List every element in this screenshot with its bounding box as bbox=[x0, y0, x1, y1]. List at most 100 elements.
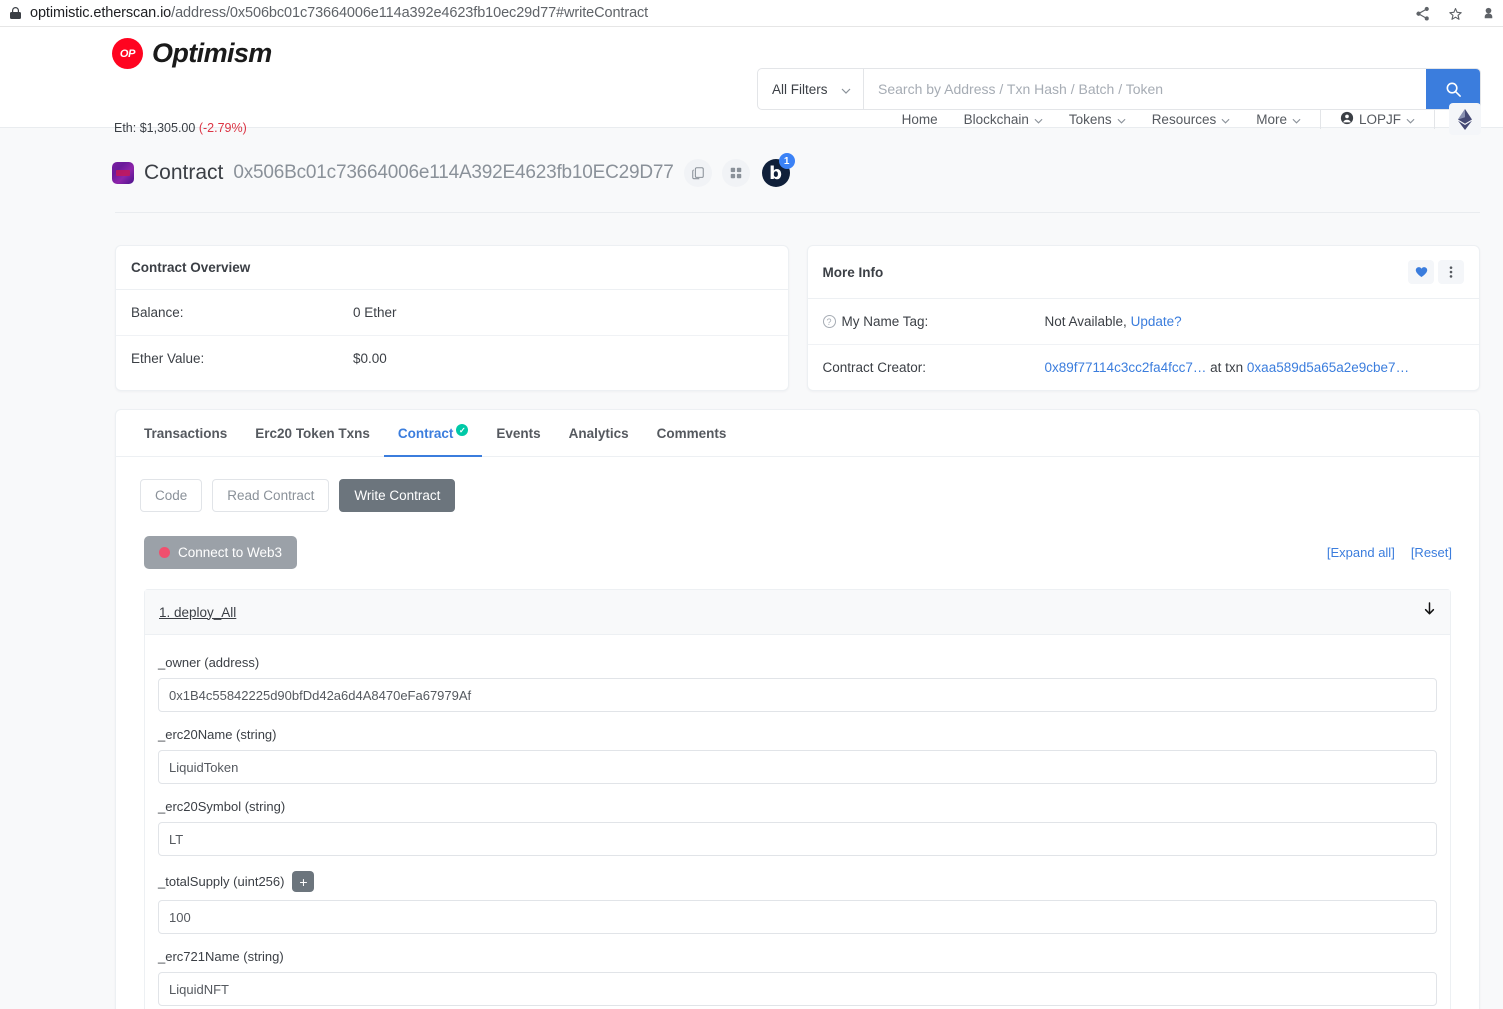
status-dot-icon bbox=[159, 547, 170, 558]
reset-link[interactable]: [Reset] bbox=[1411, 545, 1452, 560]
blockscan-chat-button[interactable]: b 1 bbox=[761, 153, 795, 187]
field-label-text: _erc20Name (string) bbox=[158, 727, 277, 742]
field-erc721name: _erc721Name (string) bbox=[158, 949, 1437, 1006]
nav-label: Resources bbox=[1151, 111, 1217, 127]
question-mark-icon[interactable]: ? bbox=[822, 315, 836, 328]
url-text[interactable]: optimistic.etherscan.io/address/0x506bc0… bbox=[30, 5, 648, 21]
creation-txn-link[interactable]: 0xaa589d5a65a2e9cbe7… bbox=[1247, 360, 1409, 375]
tab-label: Events bbox=[496, 426, 541, 441]
field-erc20name: _erc20Name (string) bbox=[158, 727, 1437, 784]
browser-address-bar: optimistic.etherscan.io/address/0x506bc0… bbox=[0, 0, 1503, 27]
tab-label: Analytics bbox=[568, 426, 629, 441]
more-info-row-name-tag: ? My Name Tag: Not Available, Update? bbox=[808, 299, 1480, 344]
contract-tab-panel: Transactions Erc20 Token Txns Contract ✓… bbox=[115, 409, 1480, 1009]
function-accordion-header[interactable]: 1. deploy_All bbox=[145, 590, 1450, 635]
contract-overview-title: Contract Overview bbox=[116, 246, 788, 290]
subtab-code[interactable]: Code bbox=[140, 479, 203, 512]
multiply-by-1e18-button[interactable]: + bbox=[292, 871, 315, 892]
nav-item-account[interactable]: LOPJF bbox=[1327, 105, 1428, 134]
qr-code-icon[interactable] bbox=[721, 159, 750, 187]
expand-reset-links: [Expand all] [Reset] bbox=[1327, 545, 1452, 560]
field-label-erc20name: _erc20Name (string) bbox=[158, 727, 1437, 742]
tab-transactions[interactable]: Transactions bbox=[130, 410, 241, 457]
tab-erc20-token-txns[interactable]: Erc20 Token Txns bbox=[241, 410, 384, 457]
contract-creator-value: 0x89f77114c3cc2fa4fcc7… at txn 0xaa589d5… bbox=[1045, 360, 1410, 375]
nav-item-more[interactable]: More bbox=[1243, 106, 1314, 133]
nav-label: Home bbox=[901, 111, 938, 127]
name-tag-value: Not Available, Update? bbox=[1045, 314, 1182, 329]
nav-label: Tokens bbox=[1068, 111, 1112, 127]
bookmark-star-icon[interactable] bbox=[1447, 5, 1464, 22]
field-label-text: _owner (address) bbox=[158, 655, 260, 670]
chevron-down-icon bbox=[1117, 112, 1126, 127]
input-erc20name[interactable] bbox=[158, 750, 1437, 784]
field-label-text: _erc721Name (string) bbox=[158, 949, 284, 964]
profile-icon[interactable] bbox=[1480, 5, 1497, 22]
nav-label: LOPJF bbox=[1358, 111, 1401, 127]
nav-divider bbox=[1434, 109, 1435, 129]
brand-name: Optimism bbox=[152, 38, 272, 68]
tab-events[interactable]: Events bbox=[482, 410, 554, 457]
nav-item-home[interactable]: Home bbox=[889, 106, 951, 133]
heart-icon[interactable] bbox=[1408, 260, 1434, 284]
tab-bar: Transactions Erc20 Token Txns Contract ✓… bbox=[116, 410, 1479, 457]
tab-analytics[interactable]: Analytics bbox=[555, 410, 643, 457]
more-info-card: More Info ? My Name Tag: Not Available, bbox=[806, 245, 1480, 391]
tab-contract[interactable]: Contract ✓ bbox=[383, 410, 483, 457]
ethereum-icon[interactable] bbox=[1449, 103, 1481, 135]
more-vertical-icon[interactable] bbox=[1438, 260, 1464, 284]
url-domain: optimistic.etherscan.io bbox=[30, 5, 172, 21]
subtab-read-contract[interactable]: Read Contract bbox=[212, 479, 330, 512]
url-path: /address/0x506bc01c73664006e114a392e4623… bbox=[171, 5, 649, 21]
chevron-down-icon bbox=[1406, 112, 1415, 127]
tab-label: Transactions bbox=[144, 426, 228, 441]
ether-value-label: Ether Value: bbox=[131, 351, 205, 366]
field-label-erc20symbol: _erc20Symbol (string) bbox=[158, 799, 1437, 814]
all-filters-dropdown[interactable]: All Filters bbox=[758, 69, 864, 109]
page-body: Contract 0x506Bc01c73664006e114A392E4623… bbox=[0, 128, 1503, 1009]
user-circle-icon bbox=[1340, 111, 1354, 128]
nav-item-resources[interactable]: Resources bbox=[1139, 106, 1244, 133]
main-navigation: Home Blockchain Tokens Resources More LO… bbox=[889, 103, 1481, 135]
input-erc20symbol[interactable] bbox=[158, 822, 1437, 856]
field-label-owner: _owner (address) bbox=[158, 655, 1437, 670]
nav-item-blockchain[interactable]: Blockchain bbox=[951, 106, 1056, 133]
brand-logo-link[interactable]: OP Optimism bbox=[112, 38, 272, 69]
copy-icon[interactable] bbox=[683, 159, 712, 187]
nav-label: More bbox=[1256, 111, 1287, 127]
chevron-down-icon bbox=[841, 82, 851, 97]
subtab-write-contract[interactable]: Write Contract bbox=[339, 479, 456, 512]
input-erc721name[interactable] bbox=[158, 972, 1437, 1006]
more-info-actions bbox=[1408, 260, 1464, 284]
input-totalsupply[interactable] bbox=[158, 900, 1437, 934]
creator-address-link[interactable]: 0x89f77114c3cc2fa4fcc7… bbox=[1045, 360, 1207, 375]
function-inputs: _owner (address) _erc20Name (string) _er… bbox=[145, 635, 1450, 1009]
contract-identicon bbox=[112, 162, 134, 184]
input-owner[interactable] bbox=[158, 678, 1437, 712]
chevron-down-icon bbox=[1292, 112, 1301, 127]
contract-overview-card: Contract Overview Balance: 0 Ether Ether… bbox=[115, 245, 789, 391]
field-label-text: _totalSupply (uint256) bbox=[158, 874, 285, 889]
optimism-logo-icon: OP bbox=[112, 38, 143, 69]
connect-to-web3-button[interactable]: Connect to Web3 bbox=[144, 536, 298, 569]
overview-row-balance: Balance: 0 Ether bbox=[116, 290, 788, 335]
share-icon[interactable] bbox=[1414, 5, 1431, 22]
eth-price-ticker[interactable]: Eth: $1,305.00 (-2.79%) bbox=[114, 121, 247, 135]
at-txn-text: at txn bbox=[1210, 360, 1244, 375]
arrow-down-icon[interactable] bbox=[1423, 602, 1436, 622]
contract-address: 0x506Bc01c73664006e114A392E4623fb10EC29D… bbox=[233, 162, 674, 183]
nav-item-tokens[interactable]: Tokens bbox=[1056, 106, 1139, 133]
ether-value-value: $0.00 bbox=[353, 351, 387, 366]
eth-price-value: Eth: $1,305.00 bbox=[114, 121, 196, 135]
overview-row-ether-value: Ether Value: $0.00 bbox=[116, 335, 788, 381]
card-title-text: Contract Overview bbox=[131, 260, 251, 275]
summary-cards: Contract Overview Balance: 0 Ether Ether… bbox=[0, 213, 1503, 391]
chevron-down-icon bbox=[1221, 112, 1230, 127]
expand-all-link[interactable]: [Expand all] bbox=[1327, 545, 1395, 560]
contract-creator-label: Contract Creator: bbox=[822, 360, 927, 375]
function-name-link[interactable]: 1. deploy_All bbox=[159, 605, 236, 620]
tab-label: Erc20 Token Txns bbox=[255, 426, 370, 441]
contract-header: Contract 0x506Bc01c73664006e114A392E4623… bbox=[0, 128, 1503, 187]
update-name-tag-link[interactable]: Update? bbox=[1131, 314, 1182, 329]
tab-comments[interactable]: Comments bbox=[643, 410, 741, 457]
